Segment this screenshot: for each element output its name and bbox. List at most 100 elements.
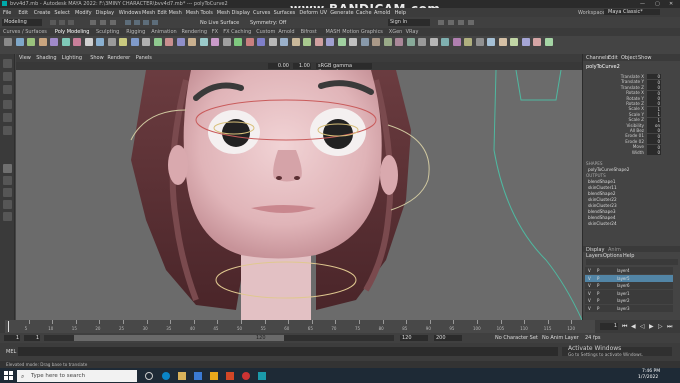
- menu-item-edit[interactable]: Edit: [18, 10, 28, 16]
- current-frame-field[interactable]: 1: [600, 323, 618, 330]
- viewport-menu-panels[interactable]: Panels: [136, 55, 152, 61]
- shelf-tool-icon[interactable]: [73, 38, 81, 46]
- playback-end-field[interactable]: 120: [400, 335, 428, 341]
- shelf-tab-custom[interactable]: Custom: [256, 29, 275, 35]
- shelf-tab-poly-modeling[interactable]: Poly Modeling: [55, 29, 90, 35]
- layer-name[interactable]: layer6: [617, 283, 630, 288]
- range-handle[interactable]: [74, 335, 284, 341]
- shelf-tab-animation[interactable]: Animation: [151, 29, 177, 35]
- shelf-tool-icon[interactable]: [222, 38, 231, 46]
- single-perspective-layout-icon[interactable]: [3, 164, 12, 173]
- fps-dropdown[interactable]: 24 fps: [585, 335, 601, 341]
- channel-attr-value[interactable]: 1: [647, 117, 661, 123]
- shelf-tool-icon[interactable]: [521, 38, 530, 46]
- file-explorer-icon[interactable]: [178, 372, 186, 380]
- shelf-tool-icon[interactable]: [15, 38, 24, 46]
- channel-attr-value[interactable]: 0: [647, 95, 661, 101]
- shelf-tool-icon[interactable]: [234, 38, 242, 46]
- bandicam-icon[interactable]: [242, 372, 250, 380]
- menu-item-create[interactable]: Create: [34, 10, 51, 16]
- layer-visibility-toggle[interactable]: V: [588, 291, 591, 296]
- layer-row[interactable]: V Player2: [585, 297, 673, 304]
- tab-show[interactable]: Show: [638, 55, 652, 61]
- tab-edit[interactable]: Edit: [608, 55, 618, 61]
- four-view-layout-icon[interactable]: [3, 176, 12, 185]
- move-tool-icon[interactable]: [3, 100, 12, 109]
- output-node[interactable]: blendShape3: [588, 209, 616, 214]
- time-slider[interactable]: 5 10 15 20 25 30 35 40 45 50 55 60 65 70 75 80 85 90 95 100…: [0, 320, 680, 333]
- menu-item-generate[interactable]: Generate: [330, 10, 353, 16]
- shelf-tool-icon[interactable]: [475, 38, 484, 46]
- time-slider-track[interactable]: [5, 320, 595, 333]
- menu-item-uv[interactable]: UV: [320, 10, 327, 16]
- sticky-notes-icon[interactable]: [210, 372, 218, 380]
- shelf-tool-icon[interactable]: [406, 38, 415, 46]
- shelf-tool-icon[interactable]: [349, 38, 357, 46]
- step-back-icon[interactable]: ◀: [631, 323, 636, 330]
- layer-row[interactable]: V Player1: [585, 289, 673, 297]
- shelf-tool-icon[interactable]: [188, 38, 196, 46]
- store-icon[interactable]: [194, 372, 202, 380]
- layer-name[interactable]: layer5: [617, 276, 630, 281]
- shelf-tool-icon[interactable]: [245, 38, 254, 46]
- shelf-tool-icon[interactable]: [360, 38, 369, 46]
- shelf-tool-icon[interactable]: [510, 38, 518, 46]
- lasso-tool-icon[interactable]: [3, 72, 12, 81]
- shelf-tab-fx-caching[interactable]: FX Caching: [223, 29, 251, 35]
- shelf-tab-rigging[interactable]: Rigging: [126, 29, 145, 35]
- viewport-menu-shading[interactable]: Shading: [36, 55, 56, 61]
- shelf-tool-icon[interactable]: [199, 38, 208, 46]
- shelf-tab-vray[interactable]: VRay: [406, 29, 419, 35]
- workspace-dropdown[interactable]: Maya Classic*: [604, 9, 660, 15]
- menu-item-surfaces[interactable]: Surfaces: [274, 10, 296, 16]
- clock-time[interactable]: 7:46 PM: [642, 369, 660, 374]
- shelf-tool-icon[interactable]: [314, 38, 323, 46]
- layer-name[interactable]: layer2: [617, 298, 630, 303]
- channel-attr-label[interactable]: Translate Y: [621, 79, 644, 84]
- shelf-tool-icon[interactable]: [165, 38, 173, 46]
- layer-row[interactable]: V Player6: [585, 282, 673, 289]
- shelf-tool-icon[interactable]: [153, 38, 162, 46]
- shelf-tool-icon[interactable]: [38, 38, 47, 46]
- channel-attr-label[interactable]: Translate X: [621, 74, 644, 79]
- channel-attr-label[interactable]: Translate Z: [621, 85, 644, 90]
- layer-playback-toggle[interactable]: P: [597, 306, 599, 311]
- scene-start-field[interactable]: 1: [4, 335, 20, 341]
- menu-item-edit-mesh[interactable]: Edit Mesh: [157, 10, 181, 16]
- output-node[interactable]: blendShape4: [588, 215, 616, 220]
- menu-item-windows[interactable]: Windows: [119, 10, 141, 16]
- save-scene-icon[interactable]: [68, 20, 74, 25]
- edge-browser-icon[interactable]: [162, 372, 170, 380]
- menu-item-curves[interactable]: Curves: [253, 10, 270, 16]
- shelf-tool-icon[interactable]: [84, 38, 93, 46]
- taskbar-search-input[interactable]: Type here to search: [17, 370, 137, 382]
- channel-attr-label[interactable]: Scale Y: [629, 112, 644, 117]
- shelf-tool-icon[interactable]: [50, 38, 58, 46]
- go-to-end-icon[interactable]: ⏭: [667, 323, 672, 331]
- shelf-tool-icon[interactable]: [337, 38, 346, 46]
- select-object-icon[interactable]: [100, 20, 106, 25]
- shelf-tool-icon[interactable]: [544, 38, 553, 46]
- menu-item-select[interactable]: Select: [54, 10, 69, 16]
- layer-name[interactable]: layer1: [617, 291, 630, 296]
- open-scene-icon[interactable]: [59, 20, 65, 25]
- snap-curve-icon[interactable]: [134, 20, 140, 25]
- shelf-tab-curves-surfaces[interactable]: Curves / Surfaces: [3, 29, 47, 35]
- powerpoint-icon[interactable]: [226, 372, 234, 380]
- play-forward-icon[interactable]: ▶: [649, 323, 654, 330]
- channel-attr-value[interactable]: 0: [647, 128, 661, 134]
- shelf-tool-icon[interactable]: [257, 38, 265, 46]
- channel-attr-value[interactable]: 0: [647, 85, 661, 91]
- render-settings-icon[interactable]: [458, 20, 464, 25]
- channel-attr-label[interactable]: Width: [632, 150, 644, 155]
- shelf-tool-icon[interactable]: [395, 38, 403, 46]
- channel-attr-value[interactable]: 0: [647, 133, 661, 139]
- layer-row[interactable]: V Player4: [585, 267, 673, 274]
- shelf-tool-icon[interactable]: [107, 38, 116, 46]
- menu-item-arnold[interactable]: Arnold: [374, 10, 390, 16]
- shelf-tool-icon[interactable]: [441, 38, 449, 46]
- shelf-tool-icon[interactable]: [533, 38, 541, 46]
- shelf-tab-xgen[interactable]: XGen: [389, 29, 403, 35]
- channel-attr-label[interactable]: Rotate Y: [626, 96, 644, 101]
- sign-in-dropdown[interactable]: Sign In: [388, 19, 430, 26]
